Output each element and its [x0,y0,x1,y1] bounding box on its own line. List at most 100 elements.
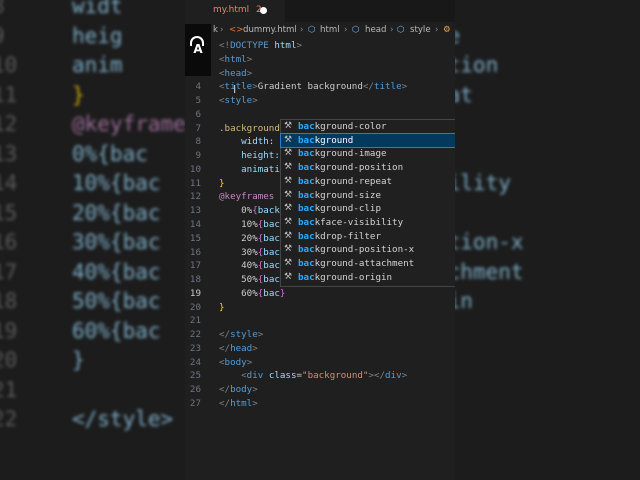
code-token: div [385,370,402,382]
code-line[interactable]: 26 </body> [185,383,455,397]
code-text: } [219,177,225,191]
code-token: bac [263,260,280,272]
suggestion-match: bac [298,121,315,132]
suggestion-match: bac [298,134,315,146]
blurred-code-line: 13 0%{bac [0,140,185,170]
code-editor: my.html 2 k › <> dummy.html › ⬡ html › ⬡… [185,0,455,480]
code-token: .background [219,122,280,134]
element-icon: ⬡ [352,25,360,35]
blurred-code-line: 20} [0,346,185,376]
suggestion-item[interactable]: ⚒ backface-visibility [281,216,455,230]
blurred-code-text: gin [455,289,473,313]
line-number: 7 [195,122,201,134]
breadcrumb-item[interactable]: html [320,25,340,35]
breadcrumb-item[interactable]: dummy.html [243,25,297,35]
line-number: 11 [189,177,201,189]
suggestion-rest: kface-visibility [314,216,404,228]
suggestion-match: bac [298,148,315,160]
symbol-icon: ⚙ [443,25,451,35]
line-number: 21 [189,315,201,327]
code-text: height: [219,149,280,163]
code-line[interactable]: 5 <style> [185,94,455,108]
chevron-right-icon: › [435,25,439,35]
wrench-icon: ⚒ [284,230,293,241]
code-text: </style> [219,328,263,342]
code-token: </ [219,384,231,396]
breadcrumb-item[interactable]: k [213,25,218,35]
line-number: 10 [189,163,201,175]
code-token: } [219,301,225,313]
blurred-code-line: 18 50%{bac [0,287,185,317]
suggestion-label: background-image [298,147,387,161]
wrench-icon: ⚒ [284,134,293,145]
blurred-code-line: 19 60%{bac [0,317,185,347]
suggestion-rest: kground-position-x [314,244,415,256]
suggestion-item[interactable]: ⚒ background-image [281,147,455,161]
blurred-line-number: 17 [0,259,18,284]
code-token: style [224,95,253,107]
tab-dummy-html[interactable]: my.html 2 [185,0,285,22]
line-number: 16 [189,246,201,258]
suggestion-label: background-position [298,161,403,175]
suggestion-item[interactable]: ⚒ background-repeat [281,175,455,189]
suggestion-item[interactable]: ⚒ background [280,132,455,149]
code-token: style [230,329,258,341]
breadcrumb-item[interactable]: style [410,25,431,35]
suggestion-item[interactable]: ⚒ background-size [281,189,455,203]
suggestion-item[interactable]: ⚒ background-position-x [281,243,455,257]
code-line[interactable]: 25 <div class="background"></div> [185,369,455,383]
line-number: 5 [195,95,201,107]
code-line[interactable]: 3<head> [185,67,455,81]
suggestion-item[interactable]: ⚒ background-position [281,161,455,175]
code-token: "background" [302,370,369,382]
breadcrumb-item[interactable]: head [365,25,386,35]
code-token: 20% [219,232,258,244]
code-text: </body> [219,383,258,397]
line-number: 12 [189,191,201,203]
suggestion-item[interactable]: ⚒ background-clip [281,202,455,216]
suggestion-item[interactable]: ⚒ background-origin [281,271,455,285]
blurred-code-text: ge [455,22,524,52]
suggestion-label: background-color [298,120,387,134]
code-token: bac [263,232,280,244]
blurred-code-line: 9heig [0,22,185,52]
blurred-code-text: 50%{bac [72,289,161,313]
code-line[interactable]: 2<html> [185,53,455,67]
blurred-code-text: 40%{bac [72,259,161,284]
suggestion-rest: kground-color [314,121,387,132]
code-line[interactable]: 1<!DOCTYPE html> [185,39,455,53]
code-line[interactable]: 24 <body> [185,356,455,370]
code-line[interactable]: 20} [185,301,455,315]
wrench-icon: ⚒ [284,175,293,186]
suggestion-match: bac [298,216,315,228]
code-line[interactable]: 23 </head> [185,342,455,356]
blurred-code-line: 17 40%{bac [0,258,185,288]
element-icon: ⬡ [308,25,316,35]
code-line[interactable]: 19 60%{bac} [185,287,455,301]
code-token: > [257,329,264,341]
code-token: title [224,81,253,93]
line-number: 4 [195,81,201,93]
suggestion-item[interactable]: ⚒ backdrop-filter [281,230,455,244]
code-line[interactable]: 27 </html> [185,397,455,411]
code-line[interactable]: 22 </style> [185,328,455,342]
suggestion-item[interactable]: ⚒ background-color [281,120,455,134]
code-token: } [219,177,225,189]
unsaved-dot-icon[interactable] [260,7,267,14]
code-token: div [246,370,269,382]
code-token: 30% [219,246,258,258]
code-line[interactable]: 21 [185,314,455,328]
code-token: < [219,370,247,382]
code-token: height: [219,150,280,162]
code-token: 40% [219,260,258,272]
code-line[interactable]: 4 <title>Gradient background</title> [185,80,455,94]
suggestion-match: bac [298,203,315,215]
element-icon: ⬡ [397,25,405,35]
suggestion-item[interactable]: ⚒ background-attachment [281,257,455,271]
code-token: @keyframes [219,191,275,203]
blurred-code-line: 10 anim [0,51,185,81]
suggestion-label: backdrop-filter [298,230,381,244]
code-token: > [252,398,258,410]
line-number: 20 [189,301,201,313]
code-token: > [246,356,253,368]
